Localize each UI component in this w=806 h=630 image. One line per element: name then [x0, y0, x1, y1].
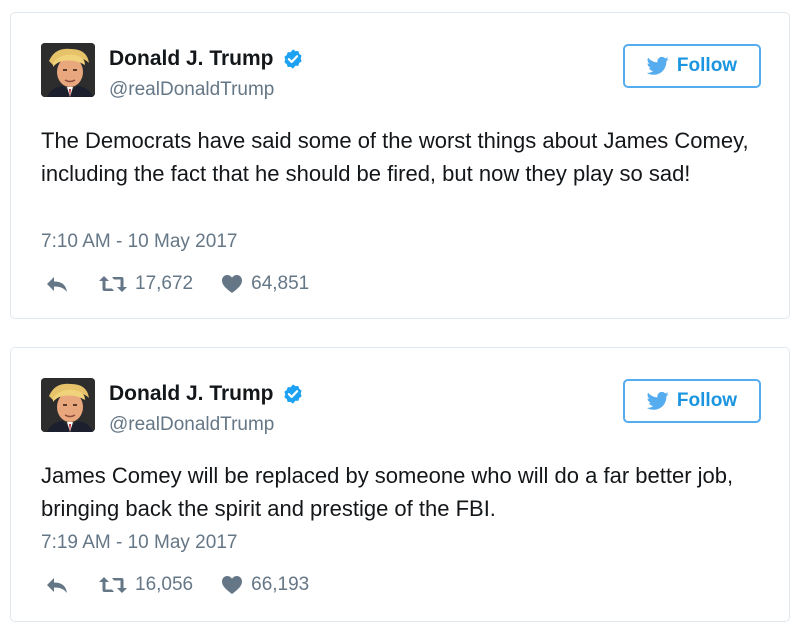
heart-icon [222, 275, 243, 293]
reply-icon [47, 277, 67, 292]
verified-badge-icon [283, 384, 302, 404]
like-count: 64,851 [251, 273, 310, 294]
tweet-text: The Democrats have said some of the wors… [41, 128, 749, 186]
follow-button[interactable]: Follow [623, 379, 761, 423]
avatar[interactable] [41, 43, 95, 97]
retweet-button[interactable]: 16,056 [99, 574, 193, 596]
tweet-text: James Comey will be replaced by someone … [41, 463, 734, 521]
avatar[interactable] [41, 378, 95, 432]
like-button[interactable]: 66,193 [221, 574, 309, 596]
twitter-bird-icon [646, 391, 669, 410]
follow-label: Follow [676, 390, 738, 411]
follow-label: Follow [676, 55, 738, 76]
reply-button[interactable] [45, 274, 99, 294]
tweet-timestamp[interactable]: 7:10 AM - 10 May 2017 [41, 231, 237, 253]
tweet-card: Donald J. Trump @realDonaldTrump Follow … [10, 347, 790, 622]
verified-badge-icon [283, 49, 302, 69]
user-name-text[interactable]: Donald J. Trump [109, 47, 274, 71]
user-name[interactable]: Donald J. Trump [109, 47, 304, 71]
user-handle[interactable]: @realDonaldTrump [109, 414, 274, 436]
retweet-button[interactable]: 17,672 [99, 273, 193, 295]
user-name-text[interactable]: Donald J. Trump [109, 382, 274, 406]
reply-button[interactable] [45, 575, 99, 595]
tweet-actions: 16,056 66,193 [45, 573, 309, 597]
reply-icon [47, 578, 67, 593]
retweet-count: 17,672 [135, 273, 194, 294]
heart-icon [222, 576, 243, 594]
retweet-count: 16,056 [135, 574, 194, 595]
user-handle[interactable]: @realDonaldTrump [109, 79, 274, 101]
user-name[interactable]: Donald J. Trump [109, 382, 304, 406]
tweet-actions: 17,672 64,851 [45, 272, 309, 296]
tweet-card: Donald J. Trump @realDonaldTrump Follow … [10, 12, 790, 319]
follow-button[interactable]: Follow [623, 44, 761, 88]
like-count: 66,193 [251, 574, 310, 595]
like-button[interactable]: 64,851 [221, 273, 309, 295]
retweet-icon [99, 276, 127, 292]
twitter-bird-icon [646, 56, 669, 75]
retweet-icon [99, 577, 127, 593]
tweet-timestamp[interactable]: 7:19 AM - 10 May 2017 [41, 532, 237, 554]
